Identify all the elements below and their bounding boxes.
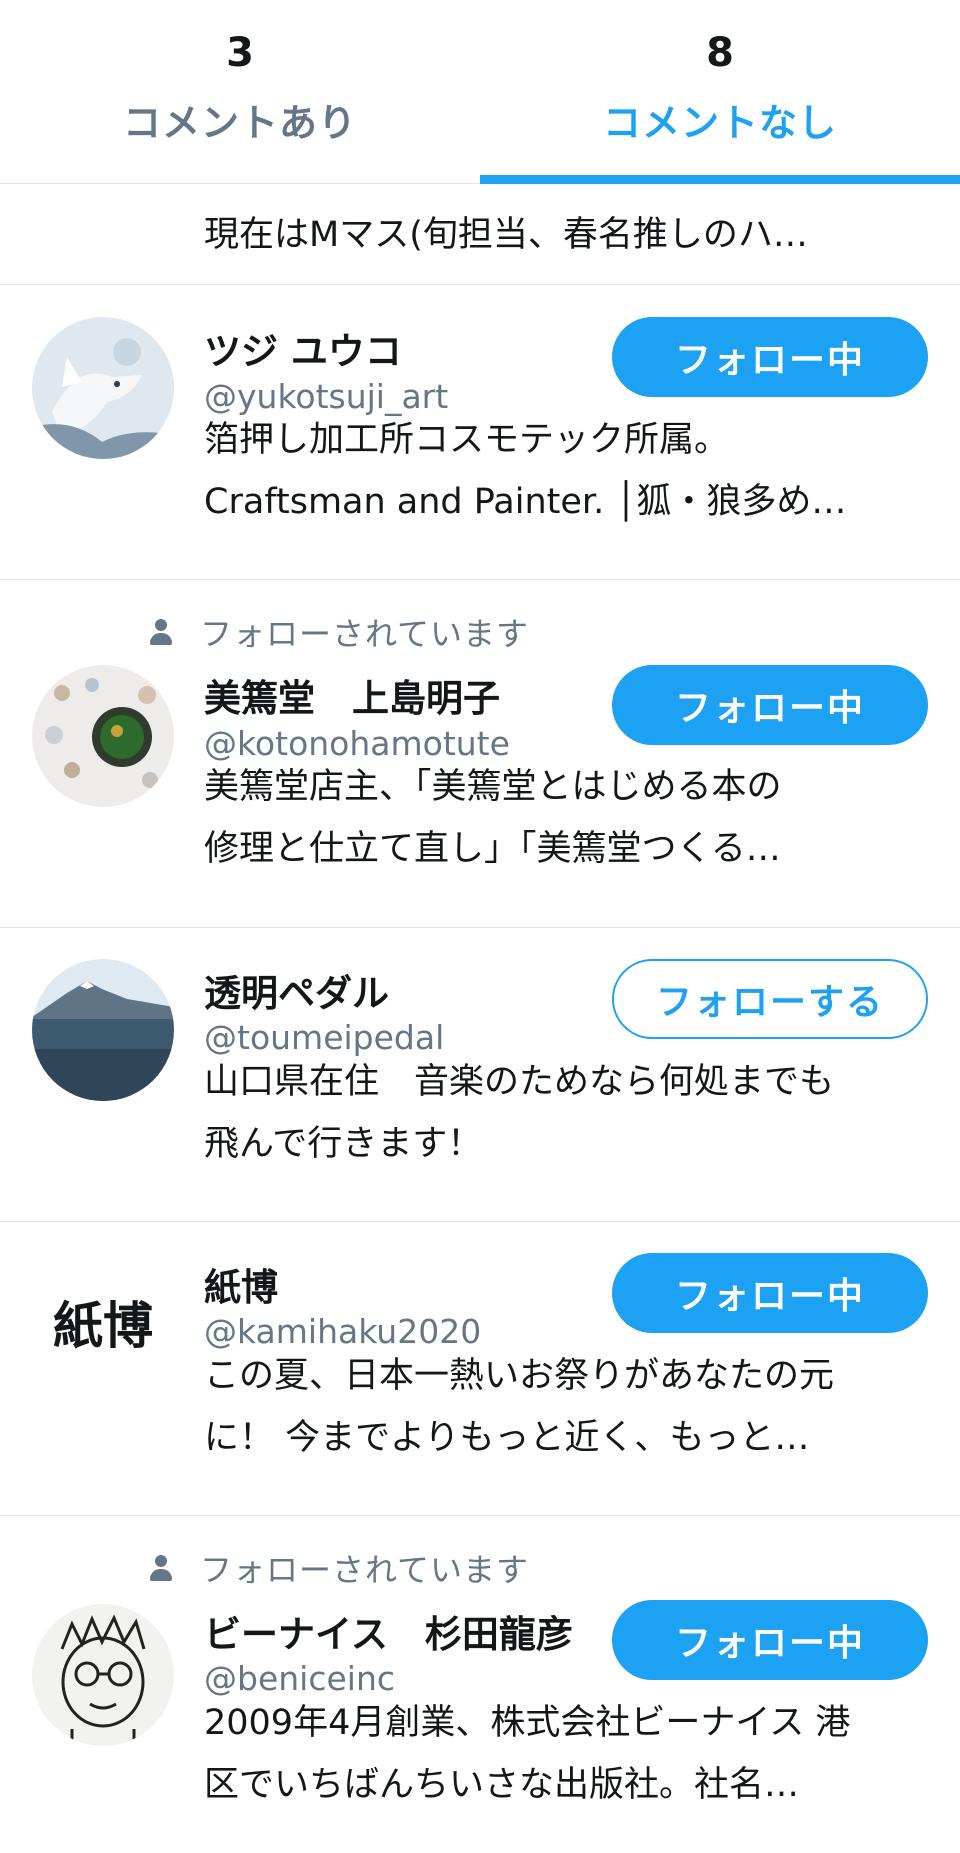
user-bio: この夏、日本一熱いお祭りがあなたの元 に！ 今までよりもっと近く、もっと… bbox=[204, 1345, 934, 1469]
list-item[interactable]: フォローされています 美篶堂 上島明子 @kotonohamotute フォロー… bbox=[0, 580, 960, 928]
user-name[interactable]: ビーナイス 杉田龍彦 bbox=[204, 1604, 573, 1658]
bio-line: 2009年4月創業、株式会社ビーナイス 港 bbox=[204, 1703, 851, 1743]
user-name[interactable]: ツジ ユウコ bbox=[204, 321, 402, 375]
tab-label: コメントあり bbox=[122, 101, 357, 145]
user-name[interactable]: 美篶堂 上島明子 bbox=[204, 668, 500, 722]
user-bio: 山口県在住 音楽のためなら何処までも 飛んで行きます！ bbox=[204, 1051, 934, 1175]
tab-count: 3 bbox=[226, 30, 254, 76]
user-bio: 2009年4月創業、株式会社ビーナイス 港 区でいちばんちいさな出版社。社名… bbox=[204, 1692, 934, 1816]
bio-line: 区でいちばんちいさな出版社。社名… bbox=[204, 1765, 800, 1805]
avatar[interactable] bbox=[32, 959, 174, 1101]
list-item[interactable]: ツジ ユウコ @yukotsuji_art フォロー中 箔押し加工所コスモテック… bbox=[0, 285, 960, 580]
bio-line: Craftsman and Painter. │狐・狼多め… bbox=[204, 482, 847, 522]
active-tab-indicator bbox=[480, 175, 960, 184]
avatar[interactable]: 紙博 bbox=[32, 1253, 174, 1395]
person-icon bbox=[150, 619, 172, 645]
bio-line: 美篶堂店主、「美篶堂とはじめる本の bbox=[204, 767, 782, 807]
list-item[interactable]: 透明ペダル @toumeipedal フォローする 山口県在住 音楽のためなら何… bbox=[0, 928, 960, 1222]
followed-by-text: フォローされています bbox=[200, 615, 530, 653]
user-bio: 現在はMマス(旬担当、春名推しのハ… bbox=[204, 215, 808, 255]
user-name[interactable]: 紙博 bbox=[204, 1257, 278, 1311]
follow-button[interactable]: フォローする bbox=[612, 959, 928, 1039]
followed-by-indicator: フォローされています bbox=[150, 1546, 529, 1590]
following-button[interactable]: フォロー中 bbox=[612, 665, 928, 745]
avatar-logo-text: 紙博 bbox=[53, 1297, 153, 1355]
avatar[interactable] bbox=[32, 1604, 174, 1746]
list-item[interactable]: 紙博 紙博 @kamihaku2020 フォロー中 この夏、日本一熱いお祭りがあ… bbox=[0, 1222, 960, 1516]
following-button[interactable]: フォロー中 bbox=[612, 317, 928, 397]
avatar[interactable] bbox=[32, 665, 174, 807]
list-item[interactable]: フォローされています ビーナイス 杉田龍彦 @beniceinc フォロー中 2… bbox=[0, 1516, 960, 1853]
tab-with-comments[interactable]: 3 コメントあり bbox=[0, 0, 480, 184]
bio-line: この夏、日本一熱いお祭りがあなたの元 bbox=[204, 1356, 835, 1396]
tab-count: 8 bbox=[706, 30, 734, 76]
tab-without-comments[interactable]: 8 コメントなし bbox=[480, 0, 960, 184]
bio-line: に！ 今までよりもっと近く、もっと… bbox=[204, 1418, 810, 1458]
tab-label: コメントなし bbox=[602, 101, 837, 145]
followed-by-text: フォローされています bbox=[200, 1551, 530, 1589]
user-bio: 美篶堂店主、「美篶堂とはじめる本の 修理と仕立て直し」「美篶堂つくる… bbox=[204, 756, 934, 880]
following-button[interactable]: フォロー中 bbox=[612, 1600, 928, 1680]
bio-line: 箔押し加工所コスモテック所属。 bbox=[204, 420, 730, 460]
person-icon bbox=[150, 1555, 172, 1581]
bio-line: 山口県在住 音楽のためなら何処までも bbox=[204, 1062, 835, 1102]
avatar[interactable] bbox=[32, 317, 174, 459]
bio-line: 修理と仕立て直し」「美篶堂つくる… bbox=[204, 829, 781, 869]
user-bio: 箔押し加工所コスモテック所属。 Craftsman and Painter. │… bbox=[204, 409, 934, 533]
followed-by-indicator: フォローされています bbox=[150, 610, 529, 654]
user-name[interactable]: 透明ペダル bbox=[204, 963, 389, 1017]
following-button[interactable]: フォロー中 bbox=[612, 1253, 928, 1333]
tab-bar: 3 コメントあり 8 コメントなし bbox=[0, 0, 960, 184]
bio-line: 飛んで行きます！ bbox=[204, 1124, 483, 1164]
list-item[interactable]: 現在はMマス(旬担当、春名推しのハ… bbox=[0, 184, 960, 285]
